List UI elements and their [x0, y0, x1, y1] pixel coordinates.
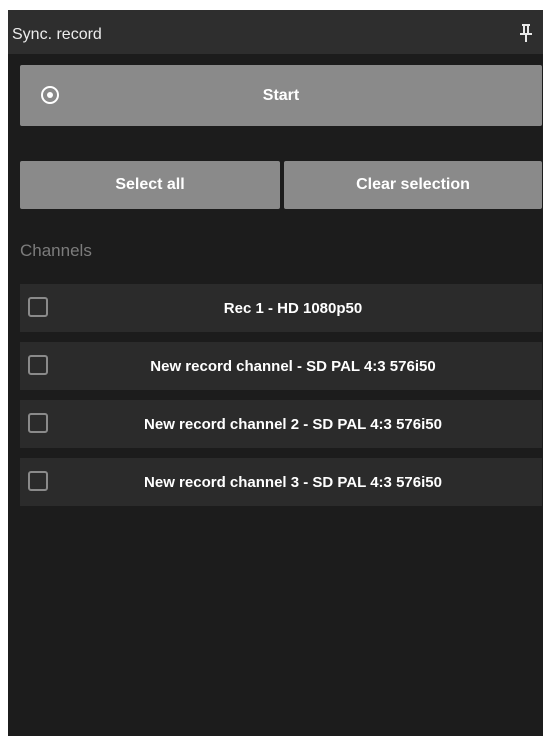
channel-label: New record channel - SD PAL 4:3 576i50	[150, 357, 436, 375]
channel-checkbox[interactable]	[28, 297, 48, 317]
channel-label: Rec 1 - HD 1080p50	[223, 299, 363, 317]
channel-row[interactable]: New record channel - SD PAL 4:3 576i50	[20, 342, 542, 390]
clear-selection-button[interactable]: Clear selection	[284, 161, 542, 209]
panel-titlebar: Sync. record	[8, 10, 543, 54]
sync-record-panel: Sync. record Start Select all Clear sele…	[8, 10, 543, 736]
start-button[interactable]: Start	[20, 65, 542, 126]
select-all-button[interactable]: Select all	[20, 161, 280, 209]
channel-checkbox[interactable]	[28, 413, 48, 433]
channel-row[interactable]: Rec 1 - HD 1080p50	[20, 284, 542, 332]
channel-label: New record channel 2 - SD PAL 4:3 576i50	[144, 415, 442, 433]
clear-selection-label: Clear selection	[356, 176, 470, 193]
start-button-label: Start	[262, 86, 300, 104]
channel-row[interactable]: New record channel 3 - SD PAL 4:3 576i50	[20, 458, 542, 506]
select-all-label: Select all	[115, 176, 185, 193]
record-target-icon	[41, 86, 59, 104]
channels-heading: Channels	[20, 241, 92, 260]
channel-checkbox[interactable]	[28, 471, 48, 491]
pin-icon[interactable]	[519, 24, 533, 42]
panel-title: Sync. record	[12, 26, 102, 43]
channel-row[interactable]: New record channel 2 - SD PAL 4:3 576i50	[20, 400, 542, 448]
channel-label: New record channel 3 - SD PAL 4:3 576i50	[144, 473, 442, 491]
channel-checkbox[interactable]	[28, 355, 48, 375]
